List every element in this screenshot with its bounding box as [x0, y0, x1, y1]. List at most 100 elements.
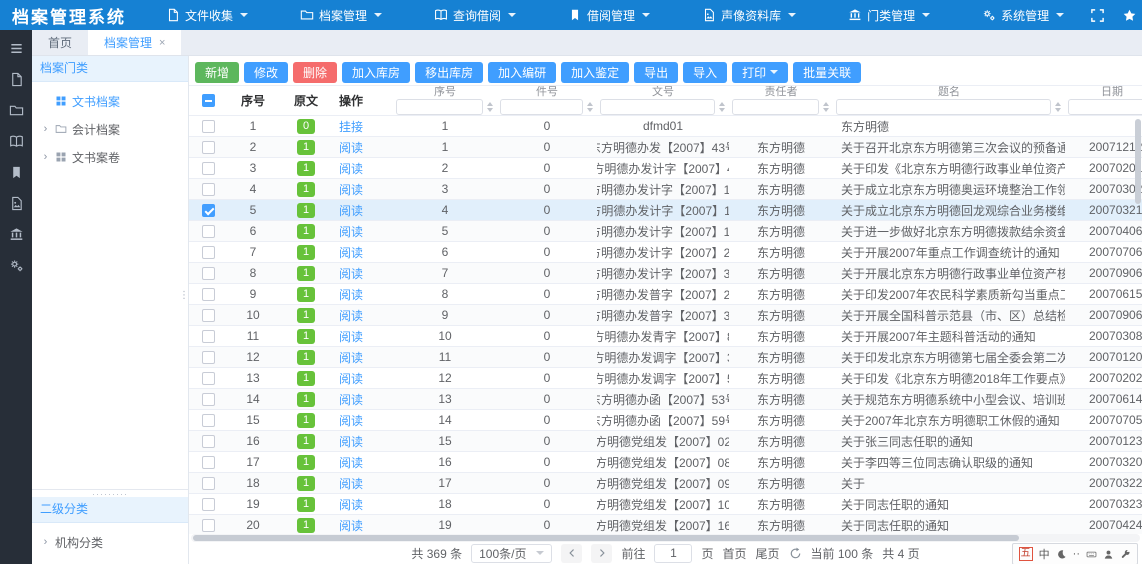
sort-asc-icon[interactable] — [487, 102, 493, 106]
sort-desc-icon[interactable] — [823, 108, 829, 112]
sort-buttons[interactable] — [485, 102, 494, 112]
row-checkbox[interactable] — [202, 372, 215, 385]
panel-splitter[interactable] — [32, 489, 188, 497]
op-link[interactable]: 阅读 — [339, 475, 363, 492]
toolbar-button-批量关联[interactable]: 批量关联 — [793, 62, 861, 83]
book-icon[interactable] — [9, 134, 24, 149]
bank-icon[interactable] — [9, 227, 24, 242]
sort-desc-icon[interactable] — [719, 108, 725, 112]
row-checkbox[interactable] — [202, 183, 215, 196]
toolbar-button-删除[interactable]: 删除 — [293, 62, 337, 83]
bookmark-icon[interactable] — [9, 165, 24, 180]
op-link[interactable]: 阅读 — [339, 433, 363, 450]
toolbar-button-打印[interactable]: 打印 — [732, 62, 788, 83]
select-all-checkbox[interactable] — [202, 94, 215, 107]
op-link[interactable]: 阅读 — [339, 328, 363, 345]
toolbar-button-导出[interactable]: 导出 — [634, 62, 678, 83]
sort-desc-icon[interactable] — [487, 108, 493, 112]
sort-asc-icon[interactable] — [719, 102, 725, 106]
op-link[interactable]: 阅读 — [339, 265, 363, 282]
row-checkbox[interactable] — [202, 435, 215, 448]
user-icon[interactable] — [1103, 549, 1114, 560]
row-checkbox[interactable] — [202, 267, 215, 280]
sort-asc-icon[interactable] — [587, 102, 593, 106]
nav-menu-借阅管理[interactable]: 借阅管理 — [568, 7, 650, 24]
row-checkbox[interactable] — [202, 309, 215, 322]
nav-menu-档案管理[interactable]: 档案管理 — [300, 7, 382, 24]
toolbar-button-移出库房[interactable]: 移出库房 — [415, 62, 483, 83]
ime-item[interactable]: ·· — [1073, 548, 1080, 560]
horizontal-scrollbar-thumb[interactable] — [193, 535, 1019, 541]
op-link[interactable]: 阅读 — [339, 202, 363, 219]
op-link[interactable]: 阅读 — [339, 349, 363, 366]
tab-首页[interactable]: 首页 — [32, 30, 88, 55]
goto-page-input[interactable] — [654, 544, 692, 563]
row-checkbox[interactable] — [202, 225, 215, 238]
op-link[interactable]: 阅读 — [339, 517, 363, 534]
nav-menu-系统管理[interactable]: 系统管理 — [982, 7, 1064, 24]
op-link[interactable]: 阅读 — [339, 412, 363, 429]
toolbar-button-加入编研[interactable]: 加入编研 — [488, 62, 556, 83]
toolbar-button-加入鉴定[interactable]: 加入鉴定 — [561, 62, 629, 83]
sort-buttons[interactable] — [717, 102, 726, 112]
row-checkbox[interactable] — [202, 351, 215, 364]
tree-item-文书案卷[interactable]: ›文书案卷 — [32, 143, 188, 171]
filter-input-日期[interactable] — [1068, 99, 1142, 115]
sort-buttons[interactable] — [585, 102, 594, 112]
row-checkbox[interactable] — [202, 330, 215, 343]
wrench-icon[interactable] — [1120, 549, 1131, 560]
row-checkbox[interactable] — [202, 162, 215, 175]
toolbar-button-导入[interactable]: 导入 — [683, 62, 727, 83]
sort-desc-icon[interactable] — [587, 108, 593, 112]
row-checkbox[interactable] — [202, 288, 215, 301]
moon-icon[interactable] — [1056, 549, 1067, 560]
nav-menu-文件收集[interactable]: 文件收集 — [166, 7, 248, 24]
filter-input-责任者[interactable] — [732, 99, 819, 115]
tab-档案管理[interactable]: 档案管理× — [88, 30, 181, 55]
file-image-icon[interactable] — [9, 196, 24, 211]
tree-item-机构分类[interactable]: ›机构分类 — [32, 528, 188, 556]
row-checkbox[interactable] — [202, 246, 215, 259]
op-link[interactable]: 阅读 — [339, 370, 363, 387]
tree-item-会计档案[interactable]: ›会计档案 — [32, 115, 188, 143]
prev-page-button[interactable] — [561, 544, 582, 563]
sort-asc-icon[interactable] — [1055, 102, 1061, 106]
close-icon[interactable]: × — [159, 37, 165, 49]
nav-menu-声像资料库[interactable]: 声像资料库 — [702, 7, 796, 24]
folder-icon[interactable] — [9, 103, 24, 118]
tree-item-文书档案[interactable]: 文书档案 — [32, 87, 188, 115]
gears-icon[interactable] — [9, 258, 24, 273]
sort-desc-icon[interactable] — [1055, 108, 1061, 112]
first-page-button[interactable]: 首页 — [723, 545, 747, 562]
keyboard-icon[interactable] — [1086, 549, 1097, 560]
vertical-scrollbar[interactable] — [1135, 119, 1141, 204]
op-link[interactable]: 阅读 — [339, 244, 363, 261]
toolbar-button-加入库房[interactable]: 加入库房 — [342, 62, 410, 83]
op-link[interactable]: 阅读 — [339, 223, 363, 240]
nav-menu-门类管理[interactable]: 门类管理 — [848, 7, 930, 24]
toolbar-button-修改[interactable]: 修改 — [244, 62, 288, 83]
filter-input-题名[interactable] — [836, 99, 1051, 115]
row-checkbox[interactable] — [202, 414, 215, 427]
row-checkbox[interactable] — [202, 393, 215, 406]
star-icon[interactable] — [1122, 8, 1137, 23]
filter-input-序号[interactable] — [396, 99, 483, 115]
menu-icon[interactable] — [9, 41, 24, 56]
next-page-button[interactable] — [591, 544, 612, 563]
nav-menu-查询借阅[interactable]: 查询借阅 — [434, 7, 516, 24]
row-checkbox[interactable] — [202, 120, 215, 133]
row-checkbox[interactable] — [202, 456, 215, 469]
op-link[interactable]: 阅读 — [339, 454, 363, 471]
op-link[interactable]: 阅读 — [339, 496, 363, 513]
op-link[interactable]: 阅读 — [339, 307, 363, 324]
filter-input-文号[interactable] — [600, 99, 715, 115]
refresh-icon[interactable] — [789, 547, 802, 560]
file-icon[interactable] — [9, 72, 24, 87]
page-size-select[interactable]: 100条/页 — [471, 544, 552, 563]
row-checkbox[interactable] — [202, 204, 215, 217]
ime-item[interactable]: 中 — [1039, 546, 1050, 562]
filter-input-件号[interactable] — [500, 99, 583, 115]
op-link[interactable]: 阅读 — [339, 139, 363, 156]
op-link[interactable]: 阅读 — [339, 160, 363, 177]
horizontal-scrollbar[interactable] — [191, 534, 1140, 542]
